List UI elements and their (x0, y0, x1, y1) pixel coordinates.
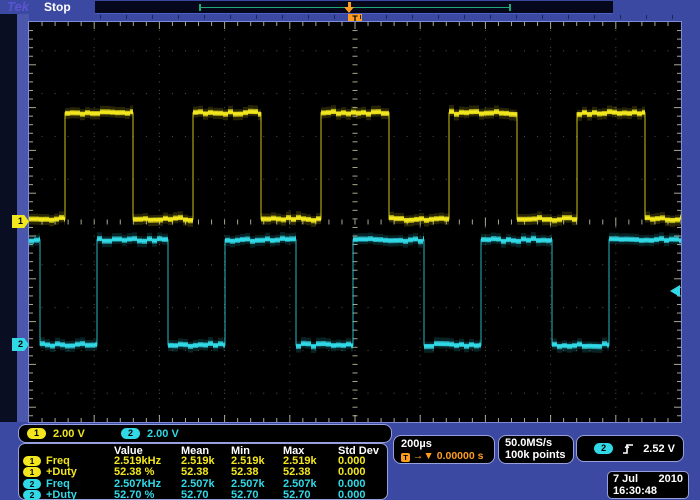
rising-edge-icon (622, 442, 634, 456)
record-window-right-bracket (509, 4, 511, 11)
acquisition-status: Stop (44, 0, 71, 14)
ch2-scale: 2.00 V (147, 428, 179, 440)
meas-value: 52.70 (181, 490, 209, 500)
ch1-scale: 2.00 V (53, 428, 85, 440)
meas-value: 52.38 (231, 467, 259, 478)
tek-logo: Tek (7, 0, 29, 14)
time-text: 16:30:48 (613, 485, 657, 497)
meas-value: 52.70 (283, 490, 311, 500)
meas-channel-badge: 1 (23, 467, 41, 477)
horizontal-settings-box[interactable]: 200µs T →▼ 0.00000 s (393, 435, 495, 464)
record-scale-tick (204, 15, 205, 19)
record-scale-tick (672, 15, 673, 19)
record-scale-tick (568, 15, 569, 19)
record-window-line (200, 7, 510, 8)
record-scale-tick (620, 15, 621, 19)
ch1-badge[interactable]: 1 (27, 428, 46, 439)
record-scale-tick (412, 15, 413, 19)
meas-value: 2.507kHz (114, 479, 161, 490)
meas-value: 2.507k (283, 479, 317, 490)
trigger-source-badge: 2 (594, 443, 613, 454)
measurements-table: ValueMeanMinMaxStd Dev1Freq2.519kHz2.519… (18, 443, 388, 500)
record-scale-tick (126, 15, 127, 19)
record-scale-tick (360, 15, 361, 19)
trigger-level-readout: 2.52 V (643, 443, 675, 455)
meas-value: 0.000 (338, 479, 366, 490)
record-window-left-bracket (199, 4, 201, 11)
record-scale-tick (516, 15, 517, 19)
meas-value: 2.507k (181, 479, 215, 490)
waveform-display (29, 22, 681, 422)
meas-channel-badge: 2 (23, 479, 41, 489)
record-view-strip (95, 1, 613, 14)
record-scale-tick (490, 15, 491, 19)
meas-value: 52.38 % (114, 467, 154, 478)
date-text: 7 Jul (613, 473, 638, 485)
meas-name: +Duty (46, 490, 77, 500)
year-text: 2010 (659, 473, 683, 485)
datetime-box: 7 Jul 2010 16:30:48 (607, 471, 689, 499)
meas-name: Freq (46, 479, 70, 490)
ch2-badge[interactable]: 2 (121, 428, 140, 439)
record-scale-tick (386, 15, 387, 19)
trigger-delay-arrows-icon: →▼ (413, 450, 434, 462)
oscilloscope-screen: Tek Stop T 1 2 1 2.00 V 2 2.00 V ValueMe… (0, 0, 700, 500)
measurement-row: 2 +Duty 52.70 % 52.70 52.70 52.70 0.000 (19, 490, 387, 500)
record-scale-tick (334, 15, 335, 19)
record-scale-tick (542, 15, 543, 19)
record-scale-tick (282, 15, 283, 19)
record-scale-tick (152, 15, 153, 19)
trigger-delay-value: 0.00000 s (437, 450, 484, 462)
record-scale-tick (178, 15, 179, 19)
record-length: 100k points (505, 449, 566, 461)
meas-value: 0.000 (338, 490, 366, 500)
acquisition-box[interactable]: 50.0MS/s 100k points (498, 435, 574, 464)
sample-rate: 50.0MS/s (505, 437, 552, 449)
meas-channel-badge: 1 (23, 456, 41, 466)
trigger-level-arrow[interactable] (670, 285, 680, 297)
record-scale-tick (464, 15, 465, 19)
trigger-delay-readout: T →▼ 0.00000 s (401, 450, 483, 462)
meas-value: 0.000 (338, 467, 366, 478)
record-scale-tick (438, 15, 439, 19)
record-scale-tick (308, 15, 309, 19)
meas-value: 52.38 (283, 467, 311, 478)
meas-value: 52.70 (231, 490, 259, 500)
trigger-t-icon: T (401, 453, 410, 462)
channel-scales-bar[interactable]: 1 2.00 V 2 2.00 V (18, 424, 392, 443)
record-scale-tick (256, 15, 257, 19)
record-scale-tick (230, 15, 231, 19)
timebase-readout: 200µs (401, 438, 432, 450)
record-scale-tick (100, 15, 101, 19)
trigger-settings-box[interactable]: 2 2.52 V (576, 435, 684, 462)
meas-value: 52.70 % (114, 490, 154, 500)
record-trigger-arrowhead-icon[interactable] (344, 7, 354, 13)
meas-name: +Duty (46, 467, 77, 478)
waveform-svg (29, 22, 681, 422)
measurement-row: 2 Freq 2.507kHz 2.507k 2.507k 2.507k 0.000 (19, 479, 387, 490)
meas-value: 2.507k (231, 479, 265, 490)
meas-channel-badge: 2 (23, 490, 41, 500)
meas-value: 52.38 (181, 467, 209, 478)
measurement-row: 1 +Duty 52.38 % 52.38 52.38 52.38 0.000 (19, 467, 387, 478)
record-scale-tick (646, 15, 647, 19)
record-scale-tick (594, 15, 595, 19)
